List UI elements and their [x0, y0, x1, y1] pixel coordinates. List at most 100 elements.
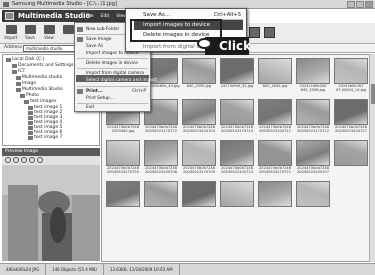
- tree-item[interactable]: ICT: [12, 69, 25, 74]
- thumbnail-item[interactable]: 24175d94f_42.jpg: [218, 58, 256, 88]
- folder-icon: [16, 81, 21, 86]
- tree-item[interactable]: Local Disk (C:): [6, 57, 44, 62]
- tree-item[interactable]: Multimedia Studio: [16, 87, 63, 92]
- thumbnail-item[interactable]: 2024470b0b7248 20030523100708: [142, 140, 180, 174]
- thumbnail-item[interactable]: 2024470b0b7248 20030523100703: [180, 99, 218, 133]
- thumbnail-item[interactable]: 2024470b0b7248 20030523170721: [256, 140, 294, 174]
- menu-item-new-folder[interactable]: New sub-Folder: [86, 27, 119, 32]
- menu-edit[interactable]: Edit: [101, 14, 110, 19]
- thumbnail-caption: 2024c7d0b240 845_2558.jpg: [299, 84, 327, 92]
- thumbnail-image: [144, 181, 178, 207]
- submenu-save-as[interactable]: Save As...: [143, 12, 170, 18]
- app-icon: [3, 2, 9, 7]
- thumbnail-item[interactable]: 2024470b0b7248 20030523170712: [294, 99, 332, 133]
- menu-item-save-image[interactable]: Save Image: [86, 37, 111, 42]
- thumbnail-caption: 840_2645.jpg: [262, 84, 288, 88]
- thumbnail-item[interactable]: 2024470b0b7248 20030523170709: [180, 140, 218, 174]
- thumbnail-item[interactable]: [142, 181, 180, 207]
- rotate-icon[interactable]: [5, 157, 11, 163]
- thumbnail-item[interactable]: 2024470b0b7248 20030523100711: [256, 99, 294, 133]
- tree-item[interactable]: Documents and Settings: [12, 63, 73, 68]
- zoom-out-icon[interactable]: [21, 157, 27, 163]
- tree-item[interactable]: test image 7: [28, 135, 62, 140]
- menu-item-exit[interactable]: Exit: [86, 105, 94, 110]
- zoom-in-icon[interactable]: [13, 157, 19, 163]
- thumbnail-item[interactable]: [180, 181, 218, 207]
- thumbnail-image: [182, 140, 216, 166]
- thumbnail-caption: 2024470b0b7248 20030523170712: [296, 125, 329, 133]
- thumbnail-caption: 840_2555.jpg: [186, 84, 212, 88]
- save-as-shortcut: Ctrl+Alt+S: [213, 12, 241, 18]
- menu-file[interactable]: File: [86, 14, 94, 19]
- app-logo-icon: [5, 12, 14, 20]
- thumbnail-caption: 2024470b0b7248 20030523100727: [334, 125, 367, 133]
- thumbnail-caption: 2024470b0b7248 20030523170709: [182, 166, 215, 174]
- maximize-button[interactable]: [356, 1, 364, 8]
- thumbnail-item[interactable]: [104, 181, 142, 207]
- thumbnail-caption: 2024470b0b7248 20030523170721: [258, 166, 291, 174]
- close-button[interactable]: [365, 1, 373, 8]
- view-button[interactable]: View: [41, 25, 57, 40]
- menu-item-print-setup[interactable]: Print Setup...: [86, 96, 114, 101]
- import-button[interactable]: Import: [3, 25, 19, 40]
- thumbnail-item[interactable]: 840_2555.jpg: [180, 58, 218, 88]
- minimize-button[interactable]: [347, 1, 355, 8]
- save-icon: [24, 25, 36, 34]
- app-name: Multimedia Studio: [18, 12, 91, 20]
- thumbnail-image: [144, 140, 178, 166]
- thumbnail-image: [334, 58, 368, 84]
- status-dimensions: 480x640x24 JPG: [0, 264, 47, 275]
- menu-separator: [77, 58, 148, 59]
- thumbnail-image: [258, 181, 292, 207]
- thumbnail-item[interactable]: 2024c7d0b240 845_2558.jpg: [294, 58, 332, 92]
- drive-icon: [6, 57, 11, 62]
- thumbnail-item[interactable]: [218, 181, 256, 207]
- grid-scrollbar[interactable]: [369, 54, 375, 262]
- thumbnail-item[interactable]: 840_2645.jpg: [256, 58, 294, 88]
- thumbnail-item[interactable]: [294, 181, 332, 207]
- thumbnail-image: [182, 181, 216, 207]
- thumbnail-item[interactable]: 2024470b0b7248 20030523100707: [294, 140, 332, 174]
- tree-item[interactable]: Image: [16, 81, 36, 86]
- save-label: Save: [25, 35, 35, 40]
- thumbnail-caption: 2024470b0b7248 20030523100703: [182, 125, 215, 133]
- menu-item-print[interactable]: Print...: [86, 89, 103, 94]
- import-icon: [5, 25, 17, 34]
- thumbnail-caption: 2024470b0b7248 20030523100711: [258, 125, 291, 133]
- thumbnail-caption: 2024470b0b7248 20030523170750: [106, 166, 139, 174]
- folder-icon: [12, 63, 17, 68]
- thumbnail-item[interactable]: 2024470b0b7248 20030523170750: [104, 140, 142, 174]
- menu-item-save-as[interactable]: Save As: [86, 44, 103, 49]
- thumbnail-item[interactable]: 2024470b0b7248 20030523100727: [332, 99, 369, 133]
- thumbnail-image: [182, 99, 216, 125]
- fit-icon[interactable]: [29, 157, 35, 163]
- thumbnail-item[interactable]: [332, 140, 369, 166]
- tree-item[interactable]: Multimedia studio: [16, 75, 62, 80]
- scrollbar-thumb[interactable]: [371, 84, 375, 104]
- thumbnail-caption: 2024470b0b7248 20030523100713: [220, 166, 253, 174]
- preview-image: [2, 165, 100, 261]
- thumbnail-item[interactable]: 20240b0b7b7 07-00004_14.jpg: [332, 58, 369, 92]
- thumbnail-item[interactable]: [256, 181, 294, 207]
- mouse-icon: [197, 38, 212, 49]
- actual-size-icon[interactable]: [37, 157, 43, 163]
- folder-icon: [28, 120, 33, 125]
- menu-item-import-camera[interactable]: Import from digital camera: [86, 71, 144, 76]
- menu-item-select-camera[interactable]: Select digital camera and import: [86, 78, 157, 83]
- thumbnail-caption: 24175d94f_42.jpg: [220, 84, 254, 88]
- folder-icon: [20, 93, 25, 98]
- thumbnail-item[interactable]: 2024470b0b7248 20030523170710: [218, 99, 256, 133]
- thumbnail-caption: 2024470b0b7248 20030523170710: [220, 125, 253, 133]
- save-button[interactable]: Save: [22, 25, 38, 40]
- tree-item[interactable]: test images: [24, 99, 56, 104]
- tree-item[interactable]: Photo: [20, 93, 39, 98]
- thumbnail-item[interactable]: 2024470b0b7248 20030523100713: [218, 140, 256, 174]
- print-icon: [77, 89, 83, 94]
- slideshow-icon[interactable]: [264, 27, 275, 38]
- window-controls: [347, 1, 373, 8]
- thumbnail-caption: 20240b0b7b7 07-00004_14.jpg: [335, 84, 367, 92]
- preview-toolbar: [2, 156, 100, 165]
- folder-icon: [28, 125, 33, 130]
- menu-item-delete-images[interactable]: Delete images in device: [86, 61, 138, 66]
- thumbnail-caption: 2024470b0b7248 20030523100708: [144, 166, 177, 174]
